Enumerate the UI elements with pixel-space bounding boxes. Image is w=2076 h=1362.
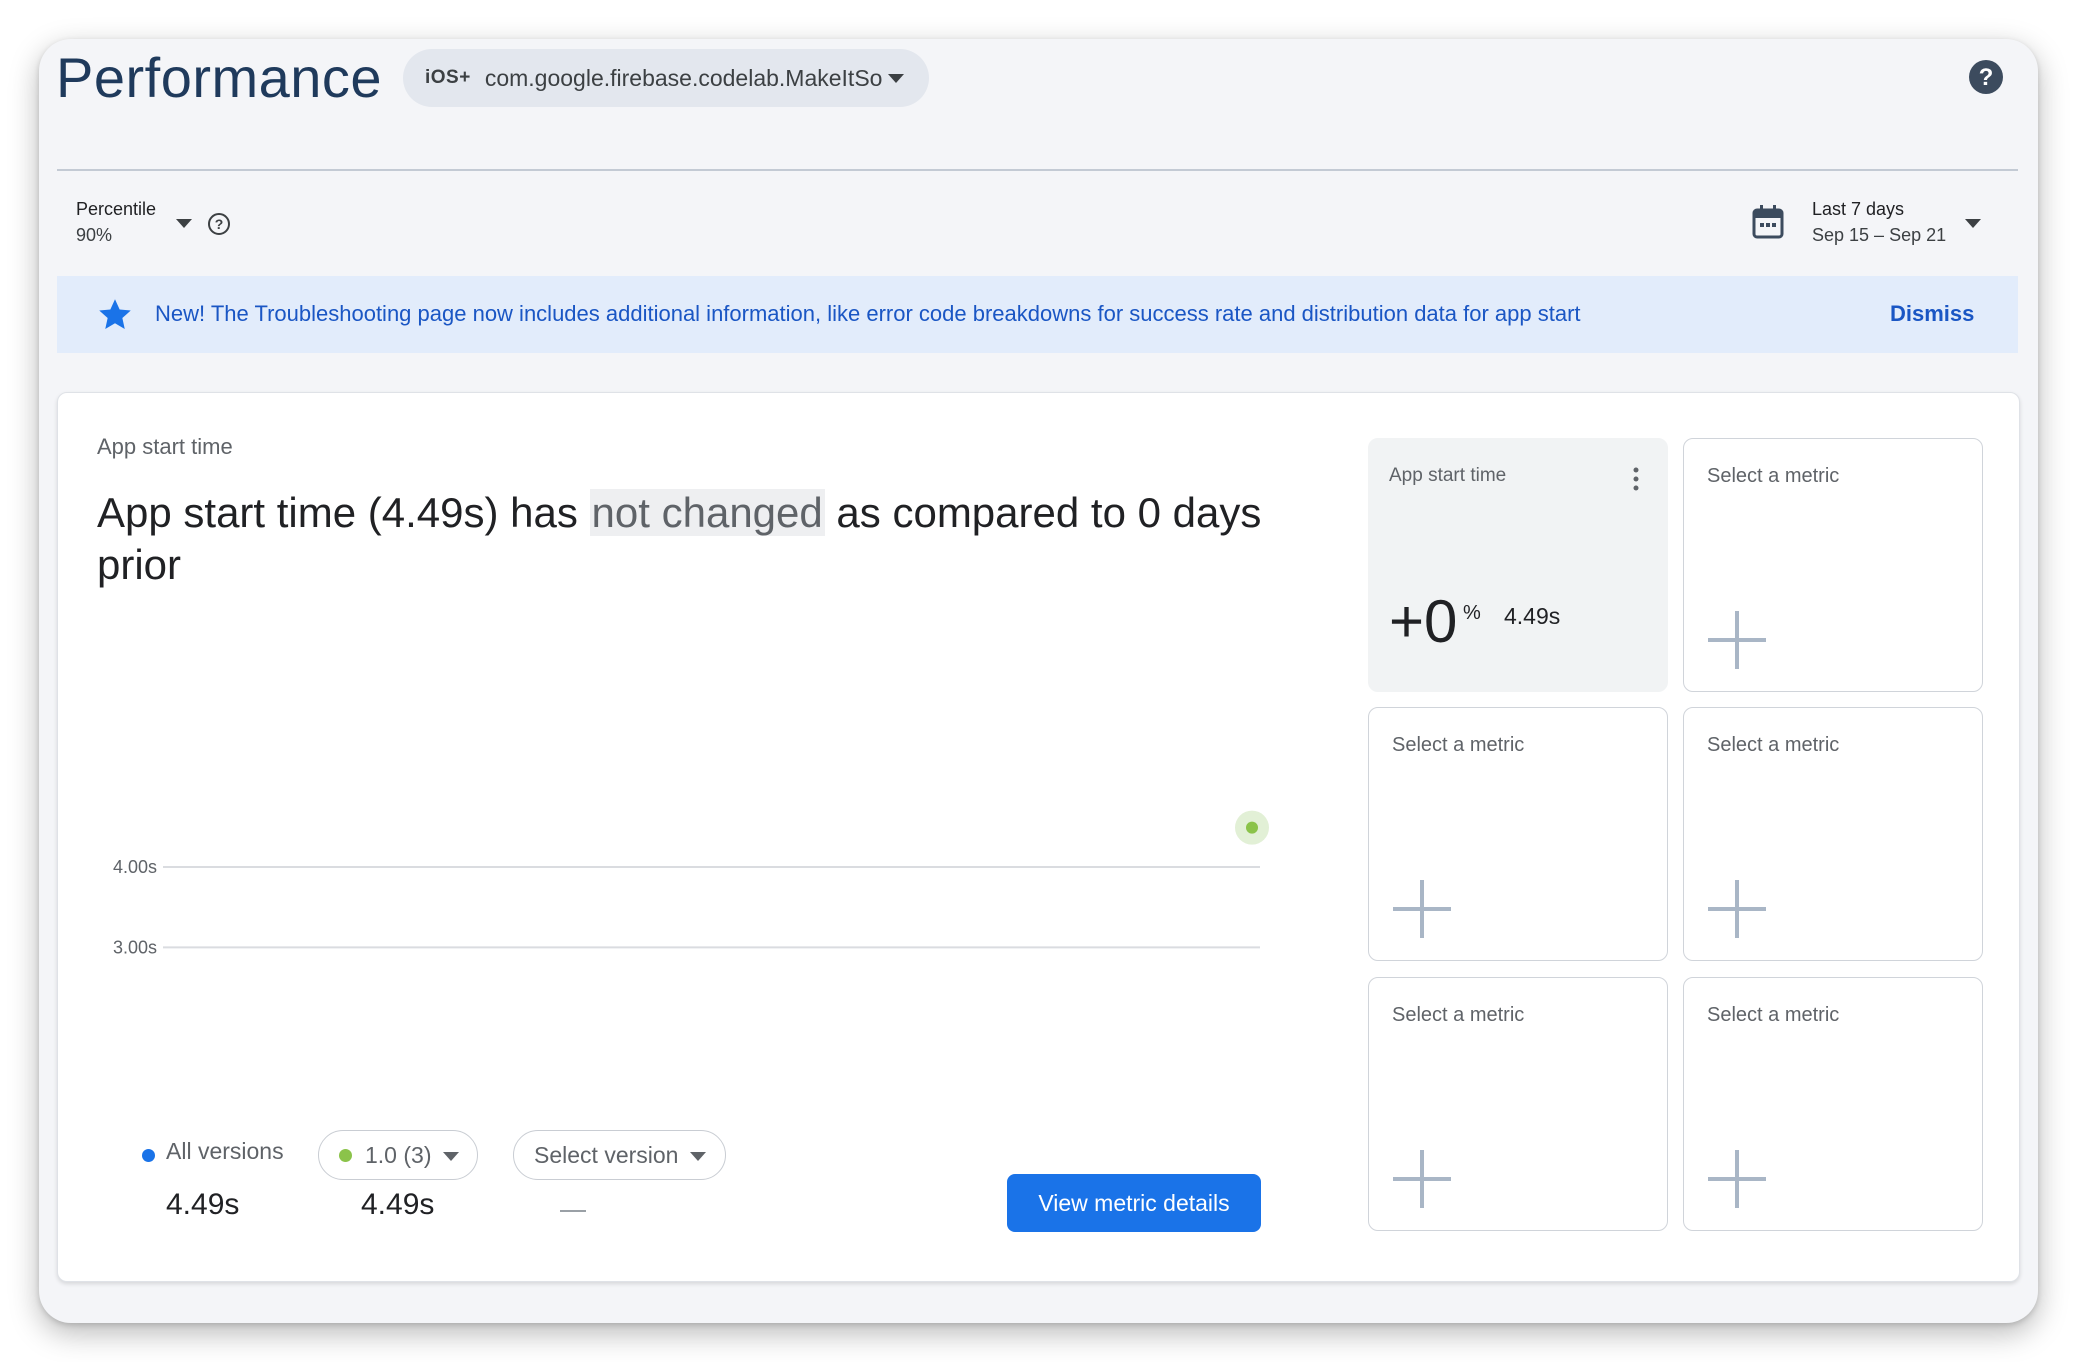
- headline-prefix: App start time (4.49s) has: [97, 489, 590, 536]
- plus-icon: [1708, 611, 1766, 669]
- star-icon: [99, 299, 131, 329]
- help-outline-icon[interactable]: ?: [207, 212, 231, 236]
- y-tick-label: 3.00s: [113, 937, 157, 957]
- data-point: [1246, 821, 1258, 834]
- help-icon[interactable]: ?: [1968, 59, 2004, 95]
- tile-change-value: +0: [1389, 588, 1458, 655]
- plus-icon: [1708, 1150, 1766, 1208]
- empty-metric-tile[interactable]: Select a metric: [1368, 707, 1668, 961]
- version-filter-chip[interactable]: 1.0 (3): [318, 1130, 478, 1180]
- select-version-label: Select version: [534, 1142, 679, 1168]
- plus-icon: [1708, 880, 1766, 938]
- empty-metric-tile[interactable]: Select a metric: [1683, 707, 1983, 961]
- card-label: App start time: [97, 434, 233, 459]
- view-metric-details-button[interactable]: View metric details: [1007, 1174, 1261, 1232]
- svg-text:?: ?: [215, 216, 224, 232]
- y-tick-label: 4.00s: [113, 857, 157, 877]
- date-range-label[interactable]: Last 7 days: [1812, 199, 1904, 220]
- header-divider: [57, 169, 2018, 171]
- platform-badge: iOS+: [425, 67, 471, 88]
- select-version-chip[interactable]: Select version: [513, 1130, 726, 1180]
- empty-metric-tile[interactable]: Select a metric: [1683, 977, 1983, 1231]
- metric-headline: App start time (4.49s) has not changed a…: [97, 487, 1277, 591]
- empty-metric-tile[interactable]: Select a metric: [1368, 977, 1668, 1231]
- dismiss-button[interactable]: Dismiss: [1890, 301, 1974, 327]
- tile-label: Select a metric: [1707, 734, 1840, 756]
- announcement-banner: New! The Troubleshooting page now includ…: [57, 276, 2018, 353]
- percentile-label[interactable]: Percentile: [76, 199, 156, 220]
- svg-text:?: ?: [1979, 64, 1994, 91]
- empty-value-dash: [560, 1210, 586, 1212]
- performance-window: Performance iOS+ com.google.firebase.cod…: [39, 39, 2038, 1323]
- date-range-dropdown-icon[interactable]: [1965, 219, 1981, 228]
- app-start-chart: 1.00s2.00s3.00s4.00sSep 15Sep 18Sep 21: [113, 810, 1269, 957]
- date-range-value[interactable]: Sep 15 – Sep 21: [1812, 225, 1946, 246]
- version-value: 4.49s: [361, 1188, 435, 1221]
- plus-icon: [1393, 1150, 1451, 1208]
- chevron-down-icon: [443, 1152, 459, 1161]
- tile-label: Select a metric: [1707, 465, 1840, 487]
- calendar-icon[interactable]: [1752, 205, 1784, 239]
- all-versions-legend-dot: [142, 1149, 155, 1162]
- tile-change-unit: %: [1463, 602, 1481, 624]
- tile-metric-value: 4.49s: [1504, 603, 1561, 629]
- all-versions-value: 4.49s: [166, 1188, 240, 1221]
- all-versions-label: All versions: [166, 1138, 284, 1164]
- plus-icon: [1393, 880, 1451, 938]
- tile-label: Select a metric: [1707, 1004, 1840, 1026]
- chevron-down-icon: [690, 1152, 706, 1161]
- page-title: Performance: [56, 46, 383, 109]
- empty-metric-tile[interactable]: Select a metric: [1683, 438, 1983, 692]
- app-selector[interactable]: iOS+ com.google.firebase.codelab.MakeItS…: [403, 49, 929, 107]
- metric-tile-app-start[interactable]: App start time +0 % 4.49s: [1368, 438, 1668, 692]
- app-name: com.google.firebase.codelab.MakeItSo: [484, 64, 883, 91]
- banner-message: New! The Troubleshooting page now includ…: [155, 301, 1581, 326]
- tile-label: Select a metric: [1392, 734, 1525, 756]
- tile-label: App start time: [1389, 465, 1507, 486]
- percentile-dropdown-icon[interactable]: [176, 219, 192, 228]
- tile-label: Select a metric: [1392, 1004, 1525, 1026]
- headline-highlight: not changed: [589, 489, 825, 536]
- more-vert-icon[interactable]: [1633, 467, 1639, 491]
- metric-card: App start time App start time (4.49s) ha…: [57, 392, 2020, 1282]
- version-legend-dot: [339, 1149, 352, 1162]
- version-chip-label: 1.0 (3): [365, 1142, 432, 1168]
- percentile-value[interactable]: 90%: [76, 225, 112, 246]
- chevron-down-icon: [888, 74, 904, 83]
